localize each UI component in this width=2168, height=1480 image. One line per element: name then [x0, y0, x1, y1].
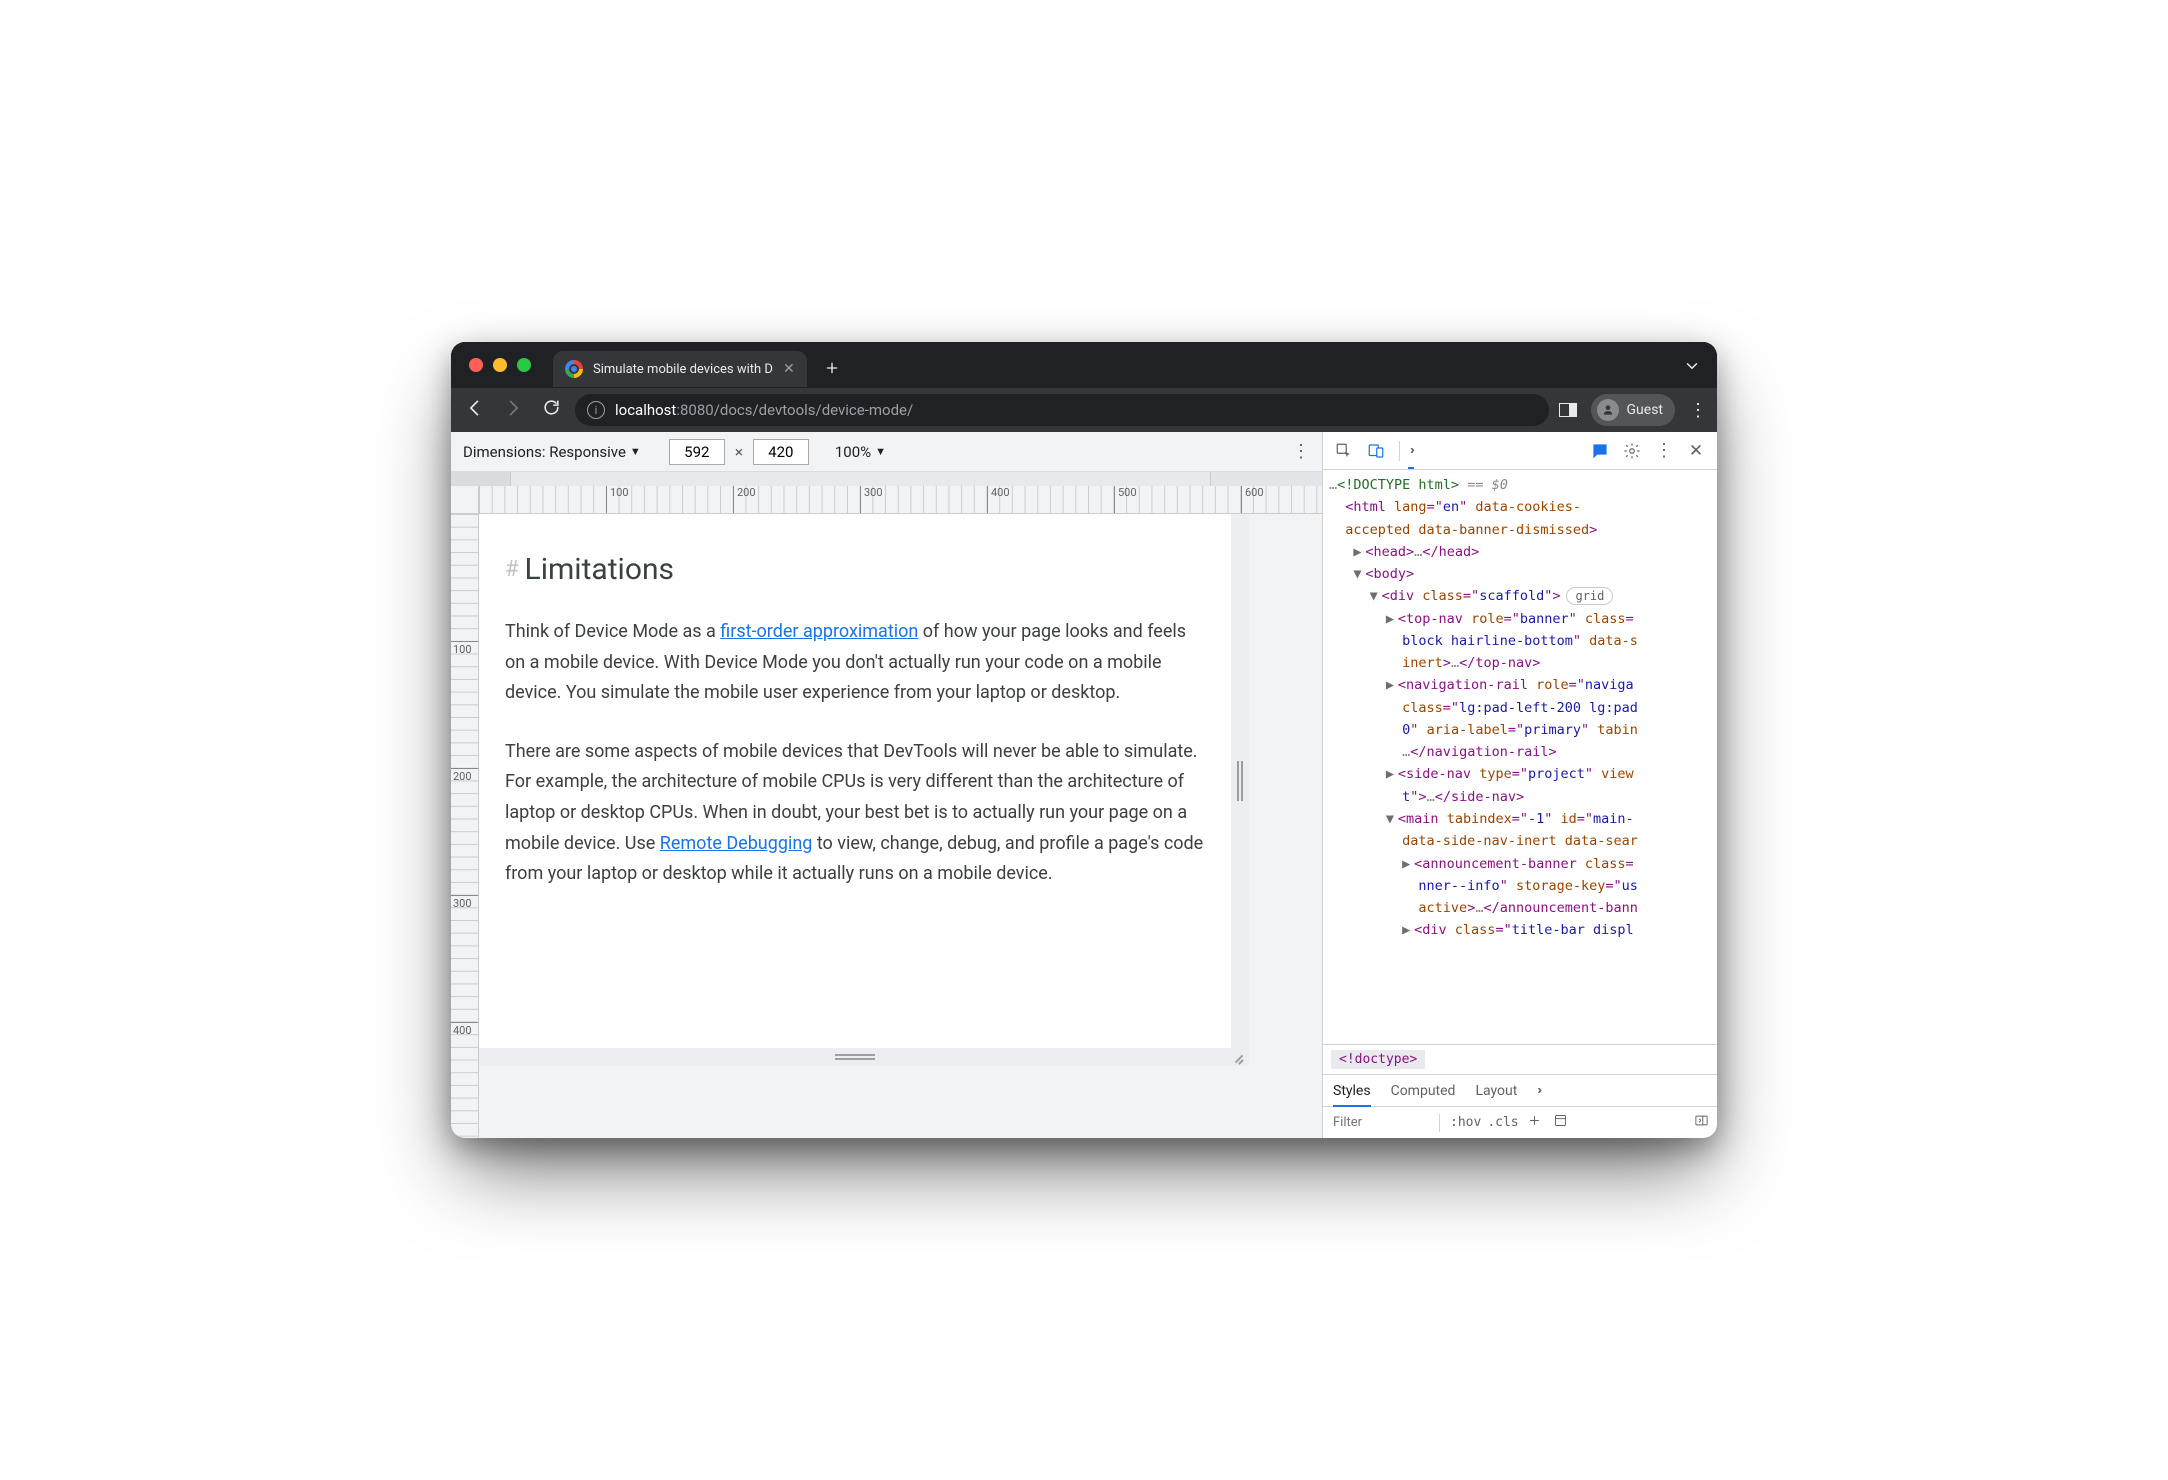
- dropdown-caret-icon: ▼: [630, 445, 641, 458]
- page-content: # Limitations Think of Device Mode as a …: [479, 514, 1231, 890]
- inspect-element-icon[interactable]: [1331, 438, 1357, 464]
- width-input[interactable]: [669, 439, 725, 465]
- tab-computed[interactable]: Computed: [1391, 1083, 1456, 1099]
- styles-toolbar: :hov .cls: [1323, 1106, 1717, 1138]
- vertical-ruler: 100200300400: [451, 514, 479, 1138]
- styles-tabs: Styles Computed Layout ››: [1323, 1074, 1717, 1106]
- tab-close-icon[interactable]: ✕: [783, 361, 795, 377]
- device-toolbar-menu[interactable]: ⋮: [1292, 441, 1310, 462]
- zoom-dropdown[interactable]: 100% ▼: [835, 443, 886, 461]
- browser-tab[interactable]: Simulate mobile devices with D ✕: [553, 351, 807, 387]
- device-toolbar: Dimensions: Responsive ▼ × 100% ▼ ⋮: [451, 432, 1322, 472]
- window-maximize-button[interactable]: [517, 358, 531, 372]
- new-tab-button[interactable]: [817, 353, 847, 383]
- ruler-corner: [451, 486, 479, 514]
- side-panel-toggle-icon[interactable]: [1559, 403, 1577, 417]
- emulated-viewport: # Limitations Think of Device Mode as a …: [479, 514, 1231, 1048]
- window-close-button[interactable]: [469, 358, 483, 372]
- browser-window: Simulate mobile devices with D ✕ i local…: [451, 342, 1717, 1138]
- hov-toggle[interactable]: :hov: [1450, 1115, 1481, 1130]
- address-bar[interactable]: i localhost:8080/docs/devtools/device-mo…: [575, 394, 1549, 426]
- tab-search-chevron-icon[interactable]: [1683, 357, 1701, 379]
- styles-tabs-overflow[interactable]: ››: [1537, 1083, 1539, 1098]
- link-first-order-approximation[interactable]: first-order approximation: [720, 621, 918, 642]
- panel-tabs-overflow[interactable]: ››: [1410, 443, 1412, 458]
- chrome-favicon: [565, 360, 583, 378]
- avatar-icon: [1597, 399, 1619, 421]
- page-heading: # Limitations: [505, 544, 1205, 595]
- device-toolbar-toggle-icon[interactable]: [1363, 438, 1389, 464]
- paragraph-1: Think of Device Mode as a first-order ap…: [505, 617, 1205, 709]
- profile-label: Guest: [1627, 402, 1663, 418]
- reload-button[interactable]: [537, 398, 565, 422]
- devtools-panel: ›› ⋮ ✕ …<!DOCTYPE html> == $0 <html lang…: [1323, 432, 1717, 1138]
- resize-handle-bottom[interactable]: [479, 1048, 1231, 1066]
- settings-gear-icon[interactable]: [1619, 438, 1645, 464]
- forward-button[interactable]: [499, 398, 527, 423]
- paragraph-2: There are some aspects of mobile devices…: [505, 737, 1205, 890]
- grid-badge[interactable]: grid: [1566, 587, 1613, 605]
- browser-menu-button[interactable]: ⋮: [1689, 400, 1707, 421]
- resize-handle-right[interactable]: [1231, 514, 1249, 1048]
- new-style-rule-icon[interactable]: [1525, 1113, 1545, 1132]
- zoom-value: 100%: [835, 443, 871, 461]
- site-info-icon[interactable]: i: [587, 401, 605, 419]
- tab-strip: Simulate mobile devices with D ✕: [451, 342, 1717, 388]
- window-controls: [469, 358, 531, 372]
- dimensions-dropdown[interactable]: Dimensions: Responsive ▼: [463, 443, 641, 461]
- feedback-icon[interactable]: [1587, 438, 1613, 464]
- dropdown-caret-icon: ▼: [875, 445, 886, 458]
- computed-styles-icon[interactable]: [1551, 1113, 1571, 1132]
- cls-toggle[interactable]: .cls: [1487, 1115, 1518, 1130]
- profile-chip[interactable]: Guest: [1591, 394, 1675, 426]
- resize-handle-corner[interactable]: [1231, 1048, 1249, 1066]
- link-remote-debugging[interactable]: Remote Debugging: [660, 833, 813, 854]
- horizontal-ruler: 100200300400500600: [479, 486, 1322, 514]
- height-input[interactable]: [753, 439, 809, 465]
- tab-layout[interactable]: Layout: [1475, 1083, 1517, 1099]
- tab-styles[interactable]: Styles: [1333, 1083, 1371, 1099]
- back-button[interactable]: [461, 398, 489, 423]
- styles-filter-input[interactable]: [1329, 1111, 1429, 1134]
- styles-sidebar-toggle-icon[interactable]: [1691, 1113, 1711, 1132]
- url-text: localhost:8080/docs/devtools/device-mode…: [615, 401, 913, 419]
- breadcrumb-doctype[interactable]: <!doctype>: [1331, 1050, 1425, 1069]
- browser-toolbar: i localhost:8080/docs/devtools/device-mo…: [451, 388, 1717, 432]
- devtools-toolbar: ›› ⋮ ✕: [1323, 432, 1717, 470]
- ruler-row: 100200300400500600: [451, 486, 1322, 514]
- dimension-separator: ×: [733, 443, 745, 461]
- breakpoint-bar[interactable]: [451, 472, 1322, 486]
- dimensions-label: Dimensions: Responsive: [463, 443, 626, 461]
- devtools-close-icon[interactable]: ✕: [1683, 438, 1709, 464]
- tab-title: Simulate mobile devices with D: [593, 362, 773, 377]
- devtools-menu-icon[interactable]: ⋮: [1651, 438, 1677, 464]
- elements-breadcrumb[interactable]: <!doctype>: [1323, 1044, 1717, 1074]
- device-mode-pane: Dimensions: Responsive ▼ × 100% ▼ ⋮: [451, 432, 1323, 1138]
- window-minimize-button[interactable]: [493, 358, 507, 372]
- elements-dom-tree[interactable]: …<!DOCTYPE html> == $0 <html lang="en" d…: [1323, 470, 1717, 1044]
- heading-anchor-icon[interactable]: #: [505, 551, 519, 588]
